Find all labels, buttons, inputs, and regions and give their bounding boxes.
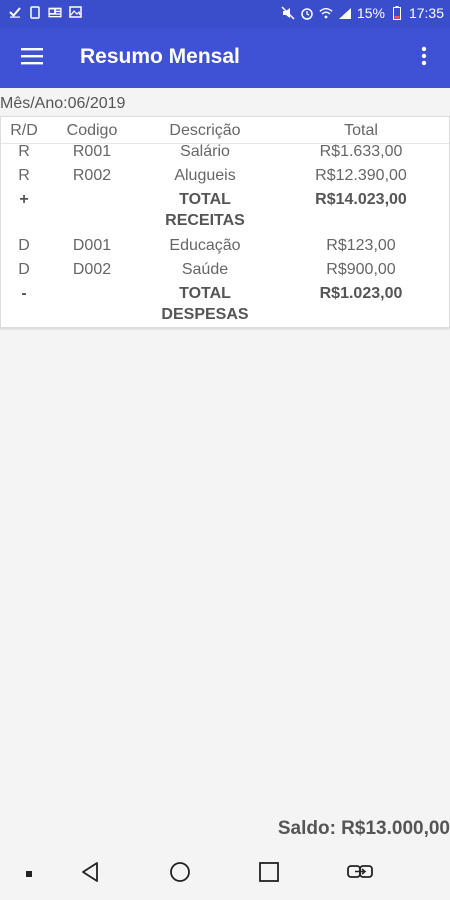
row-type: R bbox=[18, 143, 30, 160]
total-despesas-row: - TOTAL DESPESAS R$1.023,00 bbox=[1, 284, 449, 328]
menu-button[interactable] bbox=[10, 36, 54, 80]
header-description: Descrição bbox=[169, 122, 241, 139]
row-total: R$12.390,00 bbox=[315, 167, 407, 184]
table-row[interactable]: R R002 Alugueis R$12.390,00 bbox=[1, 166, 449, 188]
table-row[interactable]: R R001 Salário R$1.633,00 bbox=[1, 142, 449, 164]
image-icon bbox=[68, 5, 82, 19]
alarm-icon bbox=[300, 6, 314, 20]
hamburger-menu-icon bbox=[21, 47, 43, 70]
signal-icon bbox=[338, 6, 352, 20]
row-description: Salário bbox=[180, 143, 230, 160]
status-system: 15% 17:35 bbox=[281, 5, 444, 21]
navigation-bar bbox=[0, 848, 450, 900]
summary-table: R/D Codigo Descrição Total R R001 Salári… bbox=[0, 116, 450, 328]
dot-icon bbox=[25, 865, 33, 883]
home-button[interactable] bbox=[160, 858, 200, 890]
header-code: Codigo bbox=[66, 122, 118, 139]
switch-apps-button[interactable] bbox=[340, 858, 380, 890]
more-vertical-icon bbox=[421, 46, 427, 71]
total-label-line2: RECEITAS bbox=[165, 212, 245, 229]
recents-icon bbox=[258, 861, 280, 888]
total-label-line1: TOTAL bbox=[179, 191, 231, 208]
row-total: R$123,00 bbox=[326, 237, 396, 254]
status-bar: 15% 17:35 bbox=[0, 0, 450, 28]
table-header: R/D Codigo Descrição Total bbox=[1, 121, 449, 144]
switch-apps-icon bbox=[347, 863, 373, 886]
check-icon bbox=[8, 5, 22, 19]
table-row[interactable]: D D001 Educação R$123,00 bbox=[1, 236, 449, 258]
row-type: D bbox=[18, 261, 30, 278]
row-code: R001 bbox=[72, 143, 112, 160]
header-total: Total bbox=[344, 122, 378, 139]
row-code: D002 bbox=[72, 261, 112, 278]
total-receitas-row: + TOTAL RECEITAS R$14.023,00 bbox=[1, 190, 449, 234]
row-code: R002 bbox=[72, 167, 112, 184]
status-notifications bbox=[8, 5, 82, 19]
back-icon bbox=[79, 861, 101, 888]
row-total: R$900,00 bbox=[326, 261, 396, 278]
row-total: R$1.633,00 bbox=[319, 143, 403, 160]
battery-percent: 15% bbox=[356, 5, 385, 21]
battery-icon bbox=[390, 6, 404, 20]
home-icon bbox=[169, 861, 191, 888]
overflow-menu-button[interactable] bbox=[404, 36, 444, 80]
row-sign: + bbox=[19, 191, 29, 208]
total-value: R$14.023,00 bbox=[315, 191, 407, 208]
back-button[interactable] bbox=[70, 858, 110, 890]
row-sign: - bbox=[21, 285, 27, 302]
row-type: R bbox=[18, 167, 30, 184]
row-description: Saúde bbox=[181, 261, 229, 278]
balance-label: Saldo: R$13.000,00 bbox=[277, 818, 450, 839]
news-icon bbox=[48, 5, 62, 19]
row-code: D001 bbox=[72, 237, 112, 254]
period-label: Mês/Ano:06/2019 bbox=[0, 95, 126, 112]
sim-icon bbox=[28, 5, 42, 19]
total-label-line2: DESPESAS bbox=[161, 306, 249, 323]
total-value: R$1.023,00 bbox=[319, 285, 403, 302]
row-type: D bbox=[18, 237, 30, 254]
total-label-line1: TOTAL bbox=[179, 285, 231, 302]
page-title: Resumo Mensal bbox=[80, 45, 240, 68]
recents-button[interactable] bbox=[249, 858, 289, 890]
wifi-icon bbox=[319, 6, 333, 20]
header-rd: R/D bbox=[10, 122, 38, 139]
dot-button[interactable] bbox=[9, 858, 49, 890]
app-bar: Resumo Mensal bbox=[0, 28, 450, 88]
row-description: Educação bbox=[169, 237, 241, 254]
row-description: Alugueis bbox=[174, 167, 236, 184]
clock: 17:35 bbox=[408, 5, 444, 21]
table-row[interactable]: D D002 Saúde R$900,00 bbox=[1, 260, 449, 282]
mute-icon bbox=[281, 6, 295, 20]
